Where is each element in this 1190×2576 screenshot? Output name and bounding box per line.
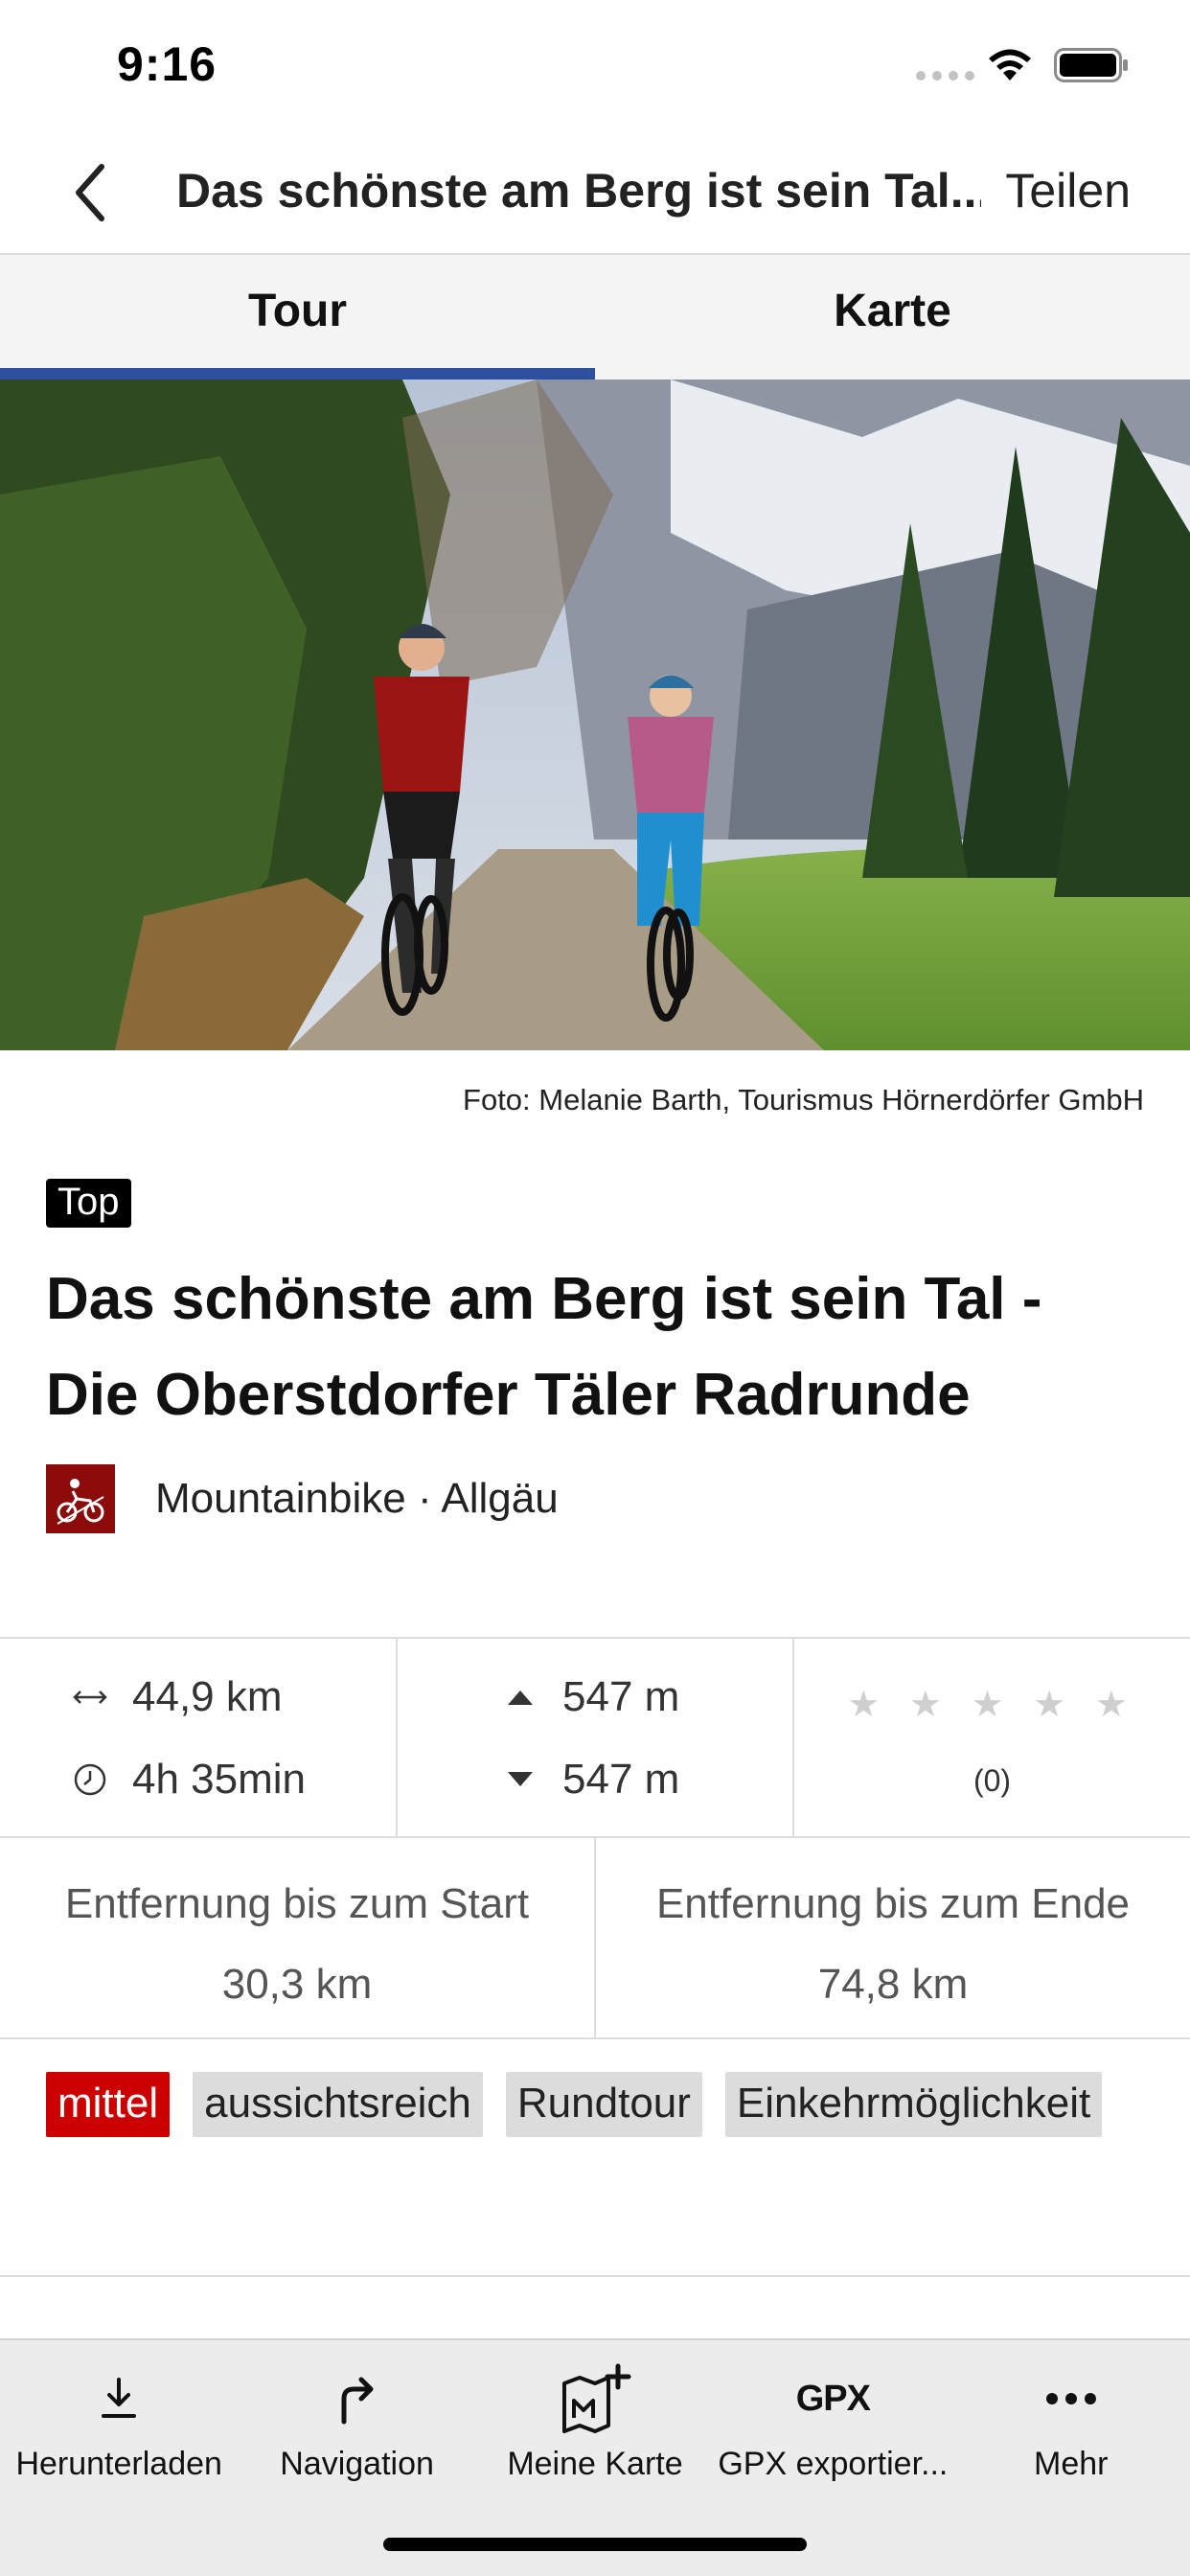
tag-item: aussichtsreich: [193, 2072, 483, 2137]
more-label: Mehr: [1034, 2446, 1109, 2482]
tab-karte[interactable]: Karte: [595, 255, 1190, 380]
distance-to-end-value: 74,8 km: [817, 1961, 969, 2008]
gpx-export-label: GPX exportier...: [718, 2446, 949, 2482]
descent-triangle-icon: [499, 1759, 541, 1801]
distance-to-start-cell: Entfernung bis zum Start 30,3 km: [0, 1838, 596, 2037]
cellular-signal-icon: [916, 71, 974, 80]
tour-stats: 44,9 km 4h 35min 547 m 547 m ★ ★ ★ ★ ★ (…: [0, 1637, 1190, 2039]
tab-tour[interactable]: Tour: [0, 255, 595, 380]
page-title: Das schönste am Berg ist sein Tal...: [176, 164, 981, 218]
download-icon: [0, 2365, 238, 2432]
ascent-triangle-icon: [499, 1676, 541, 1718]
battery-icon: [1054, 48, 1128, 82]
home-indicator[interactable]: [383, 2538, 807, 2551]
category-row: Mountainbike · Allgäu: [46, 1464, 559, 1533]
divider: [0, 2275, 1190, 2277]
my-map-label: Meine Karte: [507, 2446, 683, 2482]
wifi-icon: [989, 49, 1031, 80]
clock-icon: [69, 1759, 111, 1801]
mountainbike-icon: [46, 1464, 115, 1533]
more-button[interactable]: Mehr: [952, 2340, 1190, 2576]
navigation-bar: Das schönste am Berg ist sein Tal... Tei…: [0, 130, 1190, 255]
rating-count: (0): [973, 1763, 1012, 1798]
tour-photo[interactable]: [0, 380, 1190, 1050]
distance-arrows-icon: [69, 1676, 111, 1718]
tag-item: Einkehrmöglichkeit: [724, 2072, 1103, 2137]
download-label: Herunterladen: [15, 2446, 222, 2482]
download-button[interactable]: Herunterladen: [0, 2340, 238, 2576]
duration-value: 4h 35min: [132, 1756, 307, 1803]
top-badge: Top: [46, 1179, 131, 1228]
back-chevron-icon[interactable]: [71, 163, 109, 222]
length-duration-cell: 44,9 km 4h 35min: [0, 1639, 398, 1836]
tour-title: Das schönste am Berg ist sein Tal - Die …: [46, 1266, 1042, 1428]
distance-value: 44,9 km: [132, 1673, 283, 1720]
descent-value: 547 m: [562, 1756, 680, 1803]
distance-to-start-value: 30,3 km: [221, 1961, 373, 2008]
gpx-icon: GPX: [714, 2365, 951, 2432]
ascent-value: 547 m: [562, 1673, 680, 1720]
distance-to-start-label: Entfernung bis zum Start: [64, 1880, 530, 1927]
elevation-cell: 547 m 547 m: [398, 1639, 794, 1836]
map-add-icon: [476, 2363, 714, 2433]
tour-tags: mittel aussichtsreich Rundtour Einkehrmö…: [46, 2072, 1157, 2137]
status-time: 9:16: [117, 37, 217, 91]
navigation-label: Navigation: [280, 2446, 434, 2482]
turn-right-arrow-icon: [238, 2365, 475, 2432]
tab-bar: Tour Karte: [0, 255, 1190, 380]
difficulty-tag: mittel: [46, 2072, 171, 2137]
distance-to-end-cell: Entfernung bis zum Ende 74,8 km: [596, 1838, 1190, 2037]
distance-to-end-label: Entfernung bis zum Ende: [655, 1880, 1131, 1927]
category-text: Mountainbike · Allgäu: [155, 1475, 559, 1522]
share-button[interactable]: Teilen: [1005, 163, 1131, 218]
gpx-icon-text: GPX: [795, 2378, 871, 2419]
tag-item: Rundtour: [505, 2072, 702, 2137]
rating-stars: ★ ★ ★ ★ ★: [847, 1685, 1137, 1725]
more-dots-icon: [952, 2365, 1190, 2432]
status-bar: 9:16: [0, 0, 1190, 130]
photo-credit: Foto: Melanie Barth, Tourismus Hörnerdör…: [463, 1083, 1144, 1116]
rating-cell[interactable]: ★ ★ ★ ★ ★ (0): [794, 1639, 1190, 1836]
